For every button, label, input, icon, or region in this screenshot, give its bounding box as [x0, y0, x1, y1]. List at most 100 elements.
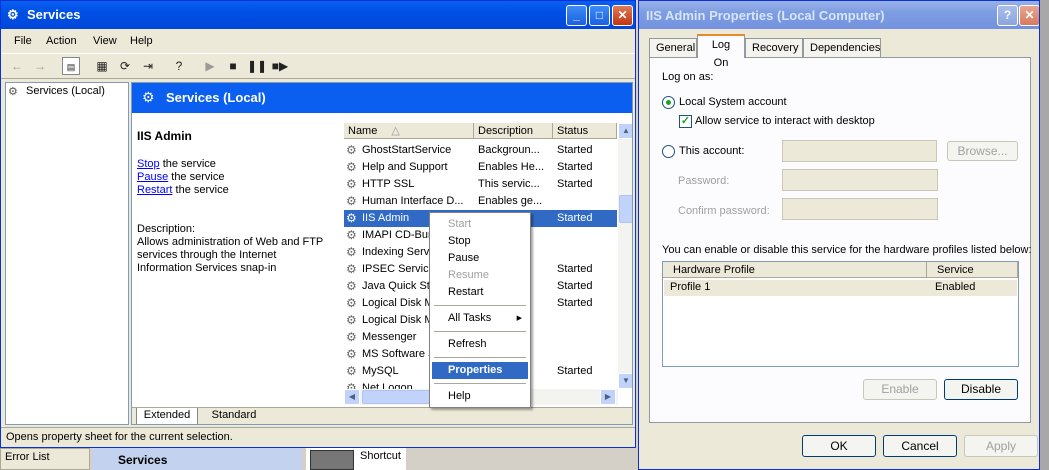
services-title-bar[interactable]: ⚙ Services _ □ ✕: [1, 1, 635, 29]
dialog-title-bar[interactable]: IIS Admin Properties (Local Computer) ? …: [639, 1, 1039, 29]
service-status: Started: [557, 297, 593, 309]
back-icon[interactable]: ←: [8, 57, 26, 75]
table-row[interactable]: ⚙ Help and Support Enables He... Started: [344, 159, 617, 176]
pause-service-icon[interactable]: ❚❚: [247, 57, 267, 75]
tree-services-icon: ⚙: [8, 86, 18, 98]
checkbox-interact-desktop[interactable]: ✓: [679, 115, 692, 128]
column-service[interactable]: Service: [927, 262, 1018, 278]
error-list-label: Error List: [5, 451, 50, 463]
column-hardware-profile[interactable]: Hardware Profile: [663, 262, 927, 278]
start-service-icon[interactable]: ▶: [201, 57, 219, 75]
status-bar: Opens property sheet for the current sel…: [1, 427, 635, 447]
ok-button[interactable]: OK: [802, 435, 876, 457]
restart-link[interactable]: Restart: [137, 184, 172, 196]
close-button[interactable]: ✕: [612, 5, 633, 26]
service-status: Started: [557, 212, 593, 224]
pause-link[interactable]: Pause: [137, 171, 168, 183]
enable-button[interactable]: Enable: [863, 379, 937, 400]
menu-view[interactable]: View: [93, 35, 117, 47]
menu-restart[interactable]: Restart: [432, 284, 528, 301]
table-row[interactable]: ⚙ Human Interface D... Enables ge...: [344, 193, 617, 210]
description-line-3: Information Services snap-in: [137, 262, 277, 274]
menu-help[interactable]: Help: [130, 35, 153, 47]
tree-root-label[interactable]: Services (Local): [26, 85, 105, 97]
show-tree-icon[interactable]: ▤: [62, 57, 80, 75]
hscroll-thumb[interactable]: [362, 390, 434, 404]
table-row[interactable]: ⚙ GhostStartService Backgroun... Started: [344, 142, 617, 159]
radio-this-account[interactable]: [662, 145, 675, 158]
column-status[interactable]: Status: [553, 123, 617, 139]
properties-dialog: IIS Admin Properties (Local Computer) ? …: [638, 0, 1040, 470]
vertical-scrollbar[interactable]: ▲ ▼: [618, 123, 632, 389]
apply-button[interactable]: Apply: [964, 435, 1038, 457]
column-description[interactable]: Description: [474, 123, 553, 139]
maximize-button[interactable]: □: [589, 5, 610, 26]
tab-recovery[interactable]: Recovery: [745, 38, 803, 58]
radio-local-system[interactable]: [662, 96, 675, 109]
stop-service-icon[interactable]: ■: [224, 57, 242, 75]
dialog-help-button[interactable]: ?: [997, 5, 1018, 26]
forward-icon[interactable]: →: [31, 57, 49, 75]
column-description-label: Description: [478, 125, 534, 137]
stop-link[interactable]: Stop: [137, 158, 160, 170]
service-name: Human Interface D...: [362, 195, 464, 207]
services-app-icon: ⚙: [7, 7, 19, 22]
menu-all-tasks[interactable]: All Tasks ▶: [432, 310, 528, 327]
properties-icon[interactable]: ▦: [93, 57, 111, 75]
account-input[interactable]: [782, 140, 937, 162]
scroll-down-icon[interactable]: ▼: [618, 373, 632, 389]
action-restart: Restart the service: [137, 184, 229, 196]
export-list-icon[interactable]: ⇥: [139, 57, 157, 75]
password-input[interactable]: [782, 169, 938, 191]
restart-service-icon[interactable]: ■▶: [271, 57, 289, 75]
scroll-right-icon[interactable]: ▶: [600, 389, 616, 405]
view-tabs: Extended Standard: [132, 407, 632, 424]
column-name[interactable]: Name △: [344, 123, 474, 139]
tab-extended[interactable]: Extended: [136, 408, 198, 424]
scroll-up-icon[interactable]: ▲: [618, 123, 632, 139]
profile-name: Profile 1: [670, 281, 711, 293]
tab-dependencies[interactable]: Dependencies: [803, 38, 881, 58]
dialog-close-button[interactable]: ✕: [1019, 5, 1039, 26]
menu-pause[interactable]: Pause: [432, 250, 528, 267]
stop-text: the service: [159, 158, 216, 170]
menu-action[interactable]: Action: [46, 35, 77, 47]
cancel-button[interactable]: Cancel: [883, 435, 957, 457]
selected-service-name: IIS Admin: [137, 129, 192, 143]
service-gear-icon: ⚙: [346, 280, 357, 292]
toolbar: ← → ▤ ▦ ⟳ ⇥ ? ▶ ■ ❚❚ ■▶: [1, 53, 635, 79]
disable-button[interactable]: Disable: [944, 379, 1018, 400]
service-gear-icon: ⚙: [346, 348, 357, 360]
service-gear-icon: ⚙: [346, 246, 357, 258]
scroll-left-icon[interactable]: ◀: [344, 389, 360, 405]
menu-stop[interactable]: Stop: [432, 233, 528, 250]
detail-header-title: Services (Local): [166, 90, 266, 105]
shortcut-file[interactable]: Shortcut: [306, 448, 406, 470]
refresh-icon[interactable]: ⟳: [116, 57, 134, 75]
service-name: HTTP SSL: [362, 178, 415, 190]
menu-help[interactable]: Help: [432, 388, 528, 405]
profile-row[interactable]: Profile 1 Enabled: [664, 280, 1017, 296]
tab-log-on[interactable]: Log On: [697, 34, 745, 69]
column-service-label: Service: [937, 264, 974, 276]
menu-refresh[interactable]: Refresh: [432, 336, 528, 353]
service-gear-icon: ⚙: [346, 365, 357, 377]
profiles-instruction: You can enable or disable this service f…: [662, 244, 1032, 256]
service-gear-icon: ⚙: [346, 195, 357, 207]
service-gear-icon: ⚙: [346, 331, 357, 343]
table-row[interactable]: ⚙ HTTP SSL This servic... Started: [344, 176, 617, 193]
menu-properties[interactable]: Properties: [432, 362, 528, 379]
this-account-label: This account:: [679, 145, 745, 157]
confirm-password-input[interactable]: [782, 198, 938, 220]
tab-general[interactable]: General: [649, 38, 697, 58]
help-icon[interactable]: ?: [170, 57, 188, 75]
minimize-button[interactable]: _: [566, 5, 587, 26]
browse-button[interactable]: Browse...: [947, 141, 1018, 161]
scroll-thumb[interactable]: [619, 195, 632, 223]
menu-file[interactable]: File: [14, 35, 32, 47]
tab-standard[interactable]: Standard: [204, 408, 264, 424]
tree-pane: ⚙ Services (Local): [5, 82, 129, 425]
menu-start: Start: [448, 218, 472, 230]
shortcut-icon: [310, 450, 354, 470]
shortcut-label: Shortcut: [360, 450, 401, 462]
